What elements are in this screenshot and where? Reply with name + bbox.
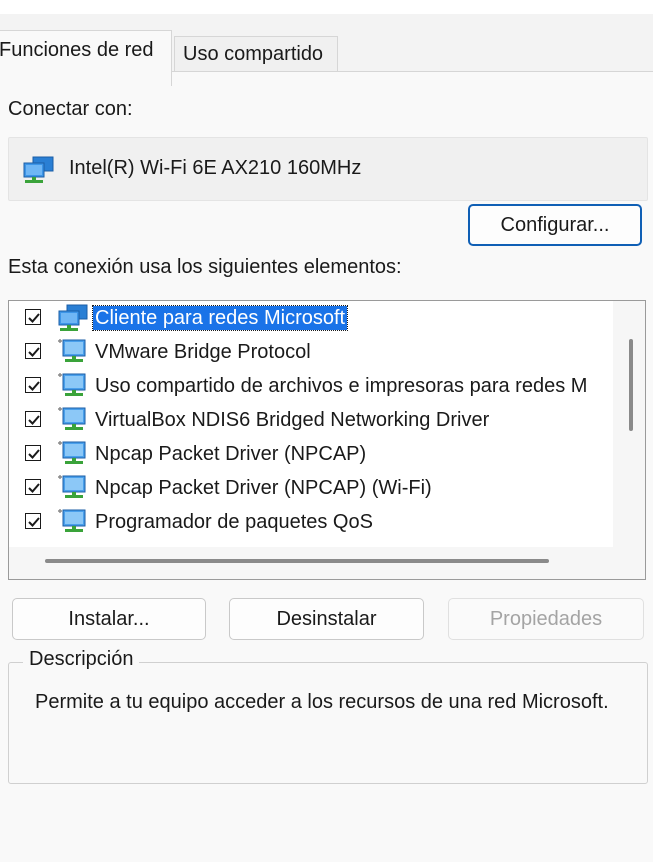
title-bar	[0, 0, 653, 14]
item-checkbox[interactable]	[25, 479, 41, 495]
item-label: Npcap Packet Driver (NPCAP)	[95, 443, 367, 465]
item-checkbox[interactable]	[25, 445, 41, 461]
list-item[interactable]: Programador de paquetes QoS	[9, 505, 619, 539]
item-label: Uso compartido de archivos e impresoras …	[95, 375, 588, 397]
network-adapter-icon	[23, 156, 55, 189]
network-protocol-icon	[57, 439, 89, 474]
list-item[interactable]: Npcap Packet Driver (NPCAP)	[9, 437, 619, 471]
description-text: Permite a tu equipo acceder a los recurs…	[35, 691, 609, 713]
item-label: Cliente para redes Microsoft	[91, 305, 349, 331]
items-list[interactable]: Cliente para redes Microsoft VMware Brid…	[8, 300, 646, 580]
uninstall-button[interactable]: Desinstalar	[229, 598, 424, 640]
horizontal-scroll-thumb[interactable]	[45, 559, 549, 563]
network-protocol-icon	[57, 337, 89, 372]
item-label: VMware Bridge Protocol	[95, 341, 311, 363]
item-checkbox[interactable]	[25, 377, 41, 393]
tab-networking[interactable]: Funciones de red	[0, 30, 172, 86]
network-client-icon	[57, 303, 89, 338]
list-item[interactable]: Cliente para redes Microsoft	[9, 301, 619, 335]
items-label: Esta conexión usa los siguientes element…	[8, 256, 402, 278]
dialog-body: Funciones de red Uso compartido Conectar…	[0, 14, 653, 862]
network-protocol-icon	[57, 473, 89, 508]
item-label: VirtualBox NDIS6 Bridged Networking Driv…	[95, 409, 490, 431]
item-label: Programador de paquetes QoS	[95, 511, 373, 533]
properties-button: Propiedades	[448, 598, 644, 640]
item-checkbox[interactable]	[25, 309, 41, 325]
tab-networking-label: Funciones de red	[0, 39, 154, 61]
list-item[interactable]: Npcap Packet Driver (NPCAP) (Wi-Fi)	[9, 471, 619, 505]
adapter-box: Intel(R) Wi-Fi 6E AX210 160MHz	[8, 137, 648, 201]
tab-sharing[interactable]: Uso compartido	[174, 36, 338, 72]
network-service-icon	[57, 507, 89, 542]
item-label: Npcap Packet Driver (NPCAP) (Wi-Fi)	[95, 477, 432, 499]
description-group: Descripción Permite a tu equipo acceder …	[8, 648, 648, 784]
network-protocol-icon	[57, 405, 89, 440]
network-service-icon	[57, 371, 89, 406]
tab-sharing-label: Uso compartido	[183, 43, 324, 65]
install-button[interactable]: Instalar...	[12, 598, 206, 640]
item-checkbox[interactable]	[25, 343, 41, 359]
list-item[interactable]: Uso compartido de archivos e impresoras …	[9, 369, 619, 403]
configure-button[interactable]: Configurar...	[468, 204, 642, 246]
list-item[interactable]: VMware Bridge Protocol	[9, 335, 619, 369]
vertical-scroll-thumb[interactable]	[629, 339, 633, 431]
item-checkbox[interactable]	[25, 513, 41, 529]
list-item[interactable]: VirtualBox NDIS6 Bridged Networking Driv…	[9, 403, 619, 437]
connect-label: Conectar con:	[8, 98, 133, 120]
horizontal-scrollbar[interactable]	[9, 547, 645, 579]
item-checkbox[interactable]	[25, 411, 41, 427]
adapter-name: Intel(R) Wi-Fi 6E AX210 160MHz	[69, 157, 362, 179]
vertical-scrollbar[interactable]	[613, 301, 645, 547]
description-title: Descripción	[23, 648, 140, 671]
